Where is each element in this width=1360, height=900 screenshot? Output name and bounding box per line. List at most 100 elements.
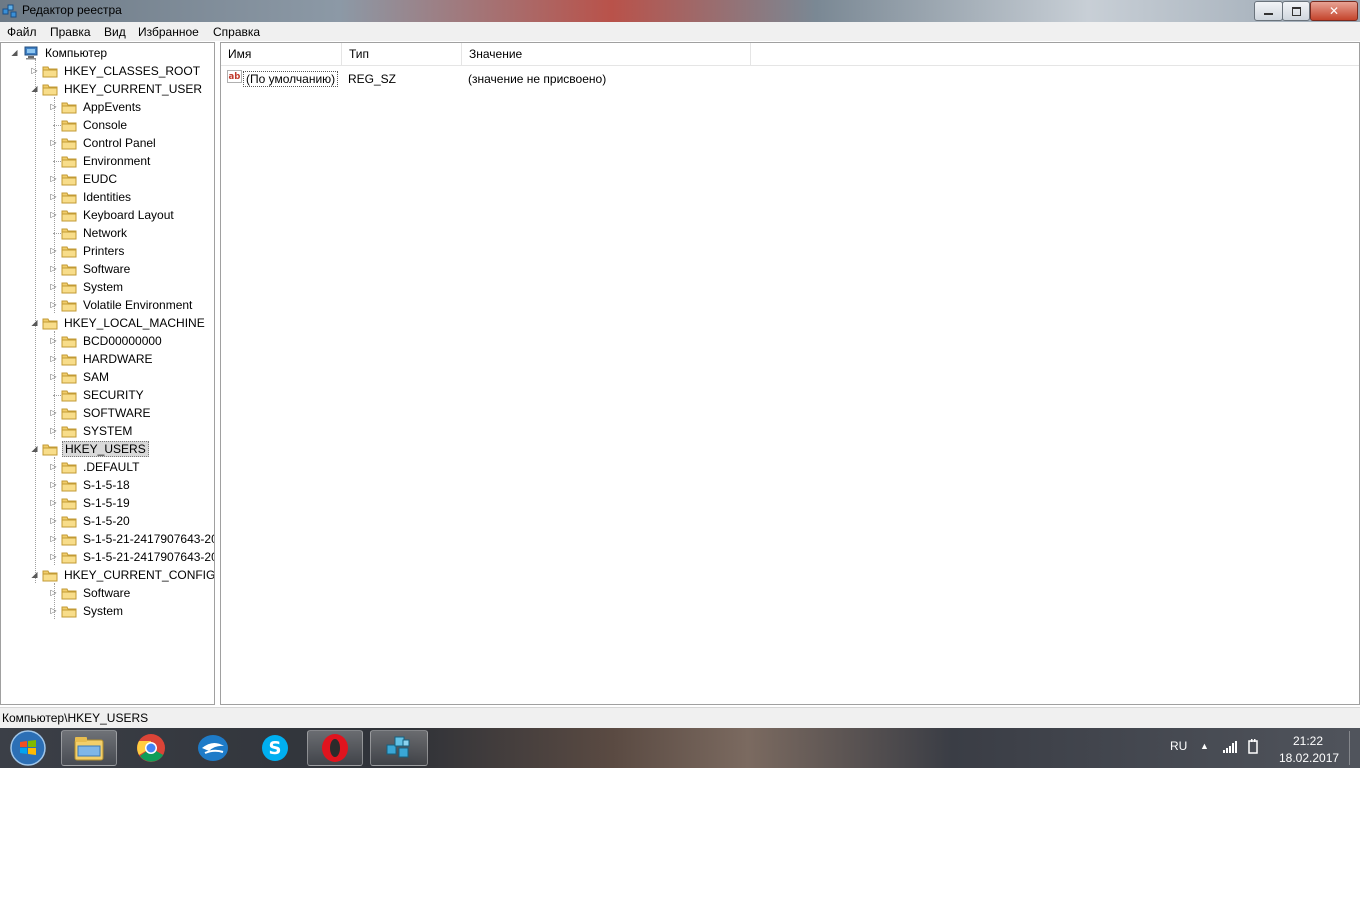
collapsed-arrow-icon[interactable]: ▷ [30, 66, 39, 76]
collapsed-arrow-icon[interactable]: ▷ [49, 300, 58, 310]
tree-node-hkcc-child[interactable]: ▷ System [1, 602, 214, 620]
taskbar-chrome[interactable] [123, 730, 179, 766]
collapsed-arrow-icon[interactable]: ▷ [49, 210, 58, 220]
taskbar-regedit[interactable] [370, 730, 428, 766]
tree-node-label[interactable]: SECURITY [81, 387, 146, 403]
collapsed-arrow-icon[interactable]: ▷ [49, 138, 58, 148]
expanded-arrow-icon[interactable]: ◢ [10, 48, 19, 58]
tree-node-label[interactable]: Control Panel [81, 135, 158, 151]
collapsed-arrow-icon[interactable]: ▷ [49, 534, 58, 544]
tray-expand-icon[interactable]: ▲ [1200, 741, 1209, 751]
tree-node-hku-child[interactable]: ▷ .DEFAULT [1, 458, 214, 476]
menu-edit[interactable]: Правка [50, 25, 91, 39]
tree-node-label[interactable]: S-1-5-18 [81, 477, 132, 493]
tree-node-hku-child[interactable]: ▷ S-1-5-19 [1, 494, 214, 512]
tree-node-label[interactable]: BCD00000000 [81, 333, 164, 349]
collapsed-arrow-icon[interactable]: ▷ [49, 462, 58, 472]
tree-node-hkcu-child[interactable]: ▷ Volatile Environment [1, 296, 214, 314]
tree-node-hku-child[interactable]: ▷ S-1-5-18 [1, 476, 214, 494]
tree-node-hkcu-child[interactable]: ▷ Printers [1, 242, 214, 260]
collapsed-arrow-icon[interactable]: ▷ [49, 192, 58, 202]
tree-node-hklm-child[interactable]: ▷ HARDWARE [1, 350, 214, 368]
tree-node-label[interactable]: .DEFAULT [81, 459, 141, 475]
collapsed-arrow-icon[interactable]: ▷ [49, 174, 58, 184]
power-plug-icon[interactable] [1246, 739, 1260, 755]
tree-node-hklm-child[interactable]: ▷ SAM [1, 368, 214, 386]
menu-help[interactable]: Справка [213, 25, 260, 39]
expanded-arrow-icon[interactable]: ◢ [30, 444, 39, 454]
tree-node-hkcu-child[interactable]: ▷ AppEvents [1, 98, 214, 116]
collapsed-arrow-icon[interactable]: ▷ [49, 246, 58, 256]
tree-node-label[interactable]: Identities [81, 189, 133, 205]
tree-node-label[interactable]: HARDWARE [81, 351, 155, 367]
collapsed-arrow-icon[interactable]: ▷ [49, 102, 58, 112]
tree-node-hkcu-child[interactable]: ▷ EUDC [1, 170, 214, 188]
tree-node-label[interactable]: HKEY_USERS [62, 441, 149, 457]
tree-node-hkey-users[interactable]: ◢ HKEY_USERS [1, 440, 214, 458]
registry-tree[interactable]: ◢ Компьютер ▷ HKEY_CLASSES_ROOT ◢ HKEY_CURREN… [0, 42, 215, 705]
tree-node-hkcu-child[interactable]: ▷ Control Panel [1, 134, 214, 152]
tree-node-hkcu-child[interactable]: Network [1, 224, 214, 242]
language-indicator[interactable]: RU [1170, 739, 1187, 753]
start-button[interactable] [2, 730, 54, 766]
menu-file[interactable]: Файл [7, 25, 37, 39]
collapsed-arrow-icon[interactable]: ▷ [49, 498, 58, 508]
tree-node-label[interactable]: Printers [81, 243, 126, 259]
tree-node-hkey-local-machine[interactable]: ◢ HKEY_LOCAL_MACHINE [1, 314, 214, 332]
tree-node-label[interactable]: HKEY_CURRENT_USER [62, 81, 204, 97]
tree-node-computer[interactable]: ◢ Компьютер [1, 44, 214, 62]
tree-node-label[interactable]: SOFTWARE [81, 405, 153, 421]
tree-node-hklm-child[interactable]: SECURITY [1, 386, 214, 404]
tree-node-label[interactable]: Console [81, 117, 129, 133]
collapsed-arrow-icon[interactable]: ▷ [49, 354, 58, 364]
tree-node-label[interactable]: HKEY_CURRENT_CONFIG [62, 567, 214, 583]
expanded-arrow-icon[interactable]: ◢ [30, 84, 39, 94]
collapsed-arrow-icon[interactable]: ▷ [49, 516, 58, 526]
tree-node-hkcu-child[interactable]: Environment [1, 152, 214, 170]
clock-date[interactable]: 18.02.2017 [1279, 751, 1339, 765]
expanded-arrow-icon[interactable]: ◢ [30, 570, 39, 580]
restore-button[interactable] [1282, 1, 1310, 21]
collapsed-arrow-icon[interactable]: ▷ [49, 588, 58, 598]
tree-node-label[interactable]: SYSTEM [81, 423, 134, 439]
signal-icon[interactable] [1222, 740, 1238, 754]
tree-node-hkcu-child[interactable]: Console [1, 116, 214, 134]
collapsed-arrow-icon[interactable]: ▷ [49, 372, 58, 382]
taskbar-explorer[interactable] [61, 730, 117, 766]
collapsed-arrow-icon[interactable]: ▷ [49, 480, 58, 490]
tree-node-label[interactable]: S-1-5-21-2417907643-200 [81, 531, 214, 547]
tree-node-label[interactable]: SAM [81, 369, 111, 385]
minimize-button[interactable] [1254, 1, 1283, 21]
collapsed-arrow-icon[interactable]: ▷ [49, 336, 58, 346]
clock-time[interactable]: 21:22 [1293, 734, 1323, 748]
taskbar-skype[interactable]: S [247, 730, 303, 766]
tree-node-label[interactable]: Keyboard Layout [81, 207, 176, 223]
taskbar-bird-app[interactable] [185, 730, 241, 766]
collapsed-arrow-icon[interactable]: ▷ [49, 282, 58, 292]
tree-node-label[interactable]: System [81, 279, 125, 295]
tree-node-hku-child[interactable]: ▷ S-1-5-21-2417907643-200 [1, 530, 214, 548]
tree-node-label[interactable]: Software [81, 585, 132, 601]
tree-node-hkcu-child[interactable]: ▷ System [1, 278, 214, 296]
tree-node-label[interactable]: Volatile Environment [81, 297, 194, 313]
tree-node-hkey-current-user[interactable]: ◢ HKEY_CURRENT_USER [1, 80, 214, 98]
tree-node-hkcu-child[interactable]: ▷ Keyboard Layout [1, 206, 214, 224]
tree-node-hklm-child[interactable]: ▷ SOFTWARE [1, 404, 214, 422]
tree-node-label[interactable]: AppEvents [81, 99, 143, 115]
collapsed-arrow-icon[interactable]: ▷ [49, 426, 58, 436]
tree-node-label[interactable]: Компьютер [43, 45, 109, 61]
expanded-arrow-icon[interactable]: ◢ [30, 318, 39, 328]
collapsed-arrow-icon[interactable]: ▷ [49, 408, 58, 418]
tree-node-hklm-child[interactable]: ▷ SYSTEM [1, 422, 214, 440]
tree-node-hklm-child[interactable]: ▷ BCD00000000 [1, 332, 214, 350]
tree-node-label[interactable]: Network [81, 225, 129, 241]
tree-node-label[interactable]: HKEY_CLASSES_ROOT [62, 63, 202, 79]
show-desktop-button[interactable] [1349, 731, 1360, 765]
taskbar-opera[interactable] [307, 730, 363, 766]
tree-node-label[interactable]: HKEY_LOCAL_MACHINE [62, 315, 207, 331]
tree-node-hkcu-child[interactable]: ▷ Software [1, 260, 214, 278]
tree-node-hku-child[interactable]: ▷ S-1-5-21-2417907643-200 [1, 548, 214, 566]
tree-node-label[interactable]: System [81, 603, 125, 619]
tree-node-label[interactable]: S-1-5-20 [81, 513, 132, 529]
tree-node-label[interactable]: Environment [81, 153, 152, 169]
